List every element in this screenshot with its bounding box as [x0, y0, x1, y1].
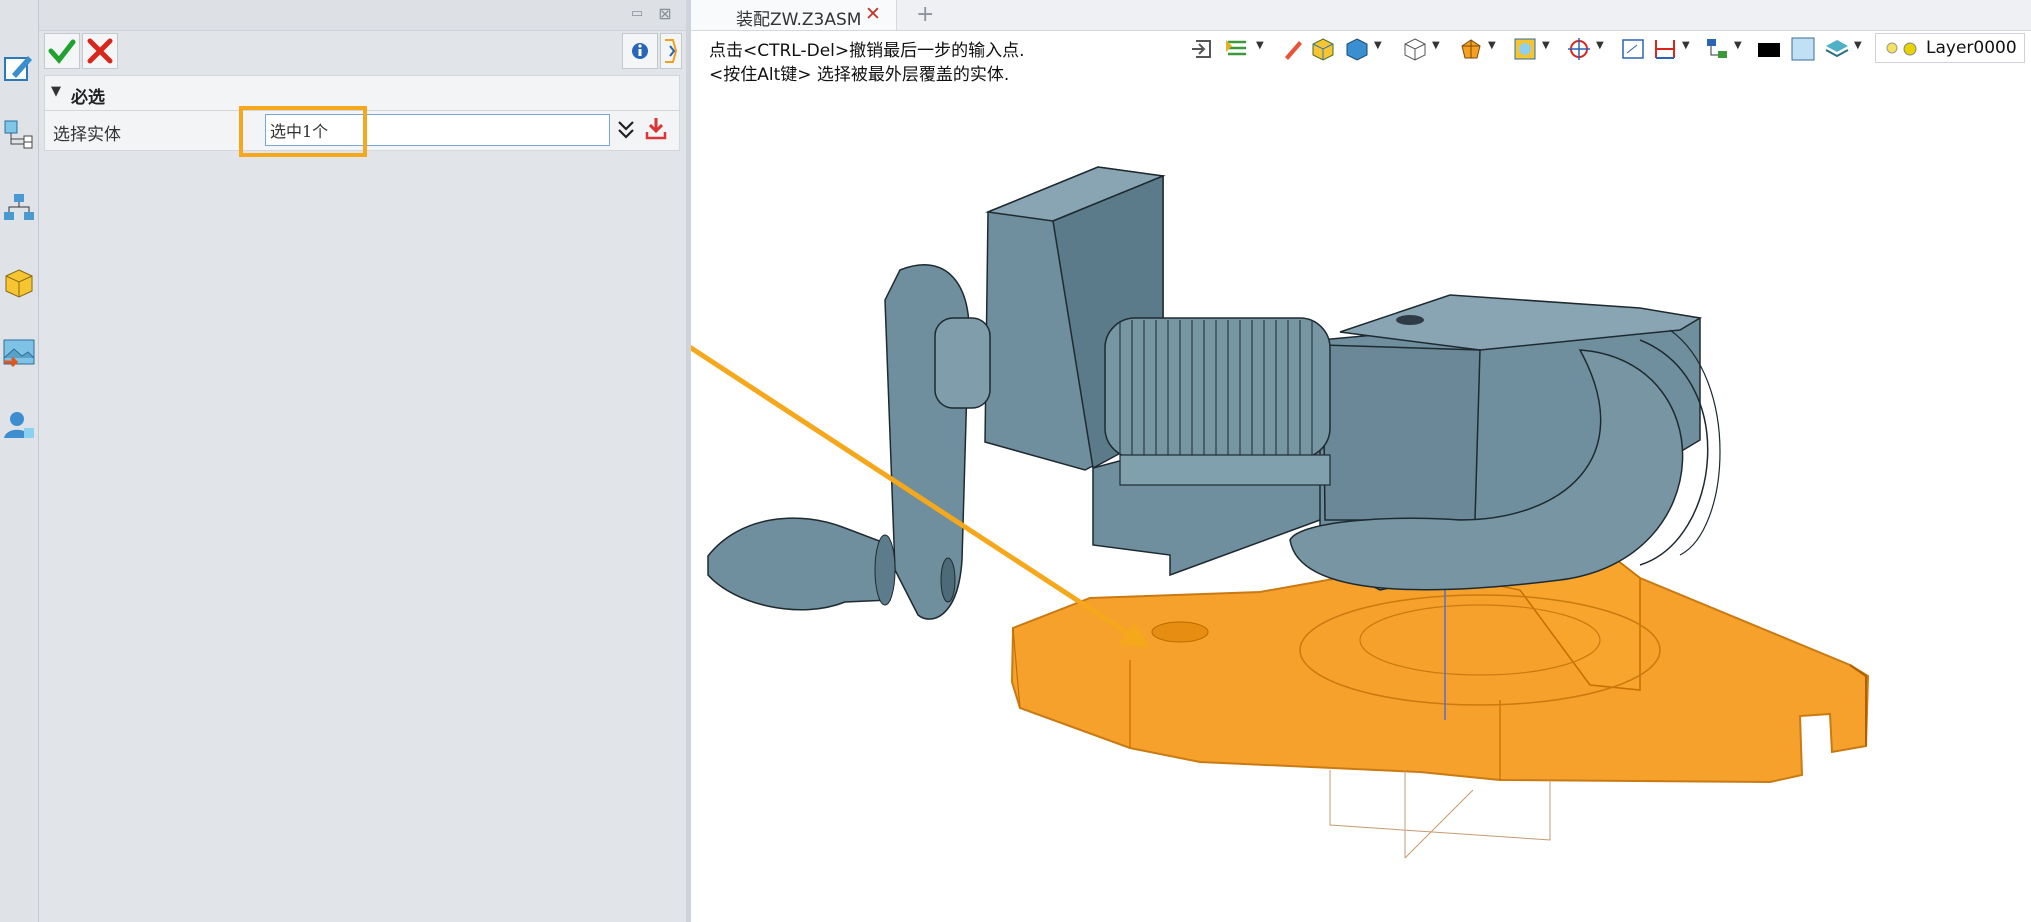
double-chevron-down-icon[interactable] [616, 118, 636, 142]
color-black-swatch-icon[interactable] [1756, 36, 1782, 62]
dropdown-arrow-icon[interactable]: ▼ [1432, 40, 1440, 51]
cancel-button[interactable] [82, 33, 118, 69]
status-prompt-line1: 点击<CTRL-Del>撤销最后一步的输入点. [709, 41, 1025, 61]
graphics-viewport[interactable]: 点击<CTRL-Del>撤销最后一步的输入点. <按住Alt键> 选择被最外层覆… [691, 31, 2031, 922]
info-icon [632, 43, 648, 59]
pin-button[interactable] [660, 33, 682, 69]
select-entity-label: 选择实体 [53, 125, 121, 145]
screw-thread-part[interactable] [1104, 317, 1331, 486]
render-mode-icon[interactable] [1512, 36, 1538, 62]
dropdown-arrow-icon[interactable]: ▼ [1734, 40, 1742, 51]
tab-close-icon[interactable]: ✕ [865, 3, 881, 25]
dropdown-arrow-icon[interactable]: ▼ [1854, 40, 1862, 51]
document-tabbar: 装配ZW.Z3ASM ✕ + [691, 0, 2031, 31]
close-icon [87, 38, 113, 64]
color-lightblue-swatch-icon[interactable] [1790, 36, 1816, 62]
component-tree-icon[interactable] [2, 118, 36, 152]
status-prompt-line2: <按住Alt键> 选择被最外层覆盖的实体. [709, 65, 1010, 85]
wireframe-cube-icon[interactable] [1402, 36, 1428, 62]
bulb-icon [1886, 42, 1917, 56]
section-view-icon[interactable] [1458, 36, 1484, 62]
measure-icon[interactable] [1652, 36, 1678, 62]
panel-titlebar: ▭ ⊠ [39, 0, 686, 31]
left-icon-strip [0, 0, 39, 922]
vise-body-part[interactable] [984, 166, 1721, 591]
layers-icon[interactable] [1824, 36, 1850, 62]
model-scene [691, 166, 1870, 859]
shaded-cube-icon[interactable] [1310, 36, 1336, 62]
user-icon[interactable] [2, 408, 36, 442]
part-cube-icon[interactable] [2, 266, 36, 300]
filter-list-icon[interactable] [1224, 36, 1250, 62]
dropdown-arrow-icon[interactable]: ▼ [1596, 40, 1604, 51]
blue-cube-icon[interactable] [1344, 36, 1370, 62]
panel-toolbar [39, 31, 686, 71]
view-toolbar: ▼ ▼ ▼ ▼ ▼ ▼ ▼ ▼ ▼ Layer0000 [1190, 30, 2031, 70]
filter-pick-icon[interactable] [644, 116, 668, 142]
target-icon[interactable] [1566, 36, 1592, 62]
hierarchy-icon[interactable] [2, 190, 36, 224]
dropdown-arrow-icon[interactable]: ▼ [1542, 40, 1550, 51]
dropdown-arrow-icon[interactable]: ▼ [1374, 40, 1382, 51]
panel-close-icon[interactable]: ⊠ [656, 5, 674, 23]
new-tab-icon[interactable]: + [916, 2, 934, 27]
check-icon [48, 39, 76, 64]
tab-assembly-file[interactable]: 装配ZW.Z3ASM ✕ [691, 0, 897, 30]
hierarchy-filter-icon[interactable] [1704, 36, 1730, 62]
dropdown-arrow-icon[interactable]: ▼ [1256, 40, 1264, 51]
exit-view-icon[interactable] [1190, 36, 1216, 62]
pencil-icon[interactable] [1280, 36, 1306, 62]
pin-icon [665, 39, 678, 63]
handwheel-crank-part[interactable] [707, 264, 991, 620]
collapse-caret-icon[interactable]: ▼ [51, 84, 61, 99]
tab-label: 装配ZW.Z3ASM [736, 10, 862, 30]
dropdown-arrow-icon[interactable]: ▼ [1488, 40, 1496, 51]
restore-icon[interactable]: ▭ [628, 5, 646, 23]
info-button[interactable] [622, 33, 658, 69]
zoom-window-icon[interactable] [1620, 36, 1646, 62]
layer-selector[interactable]: Layer0000 [1875, 33, 2025, 63]
annotation-highlight-box [239, 106, 367, 157]
section-title: 必选 [71, 88, 105, 108]
image-import-icon[interactable] [2, 336, 36, 370]
edit-sketch-icon[interactable] [2, 50, 36, 84]
layer-name: Layer0000 [1926, 38, 2017, 58]
ok-button[interactable] [44, 33, 80, 69]
dropdown-arrow-icon[interactable]: ▼ [1682, 40, 1690, 51]
